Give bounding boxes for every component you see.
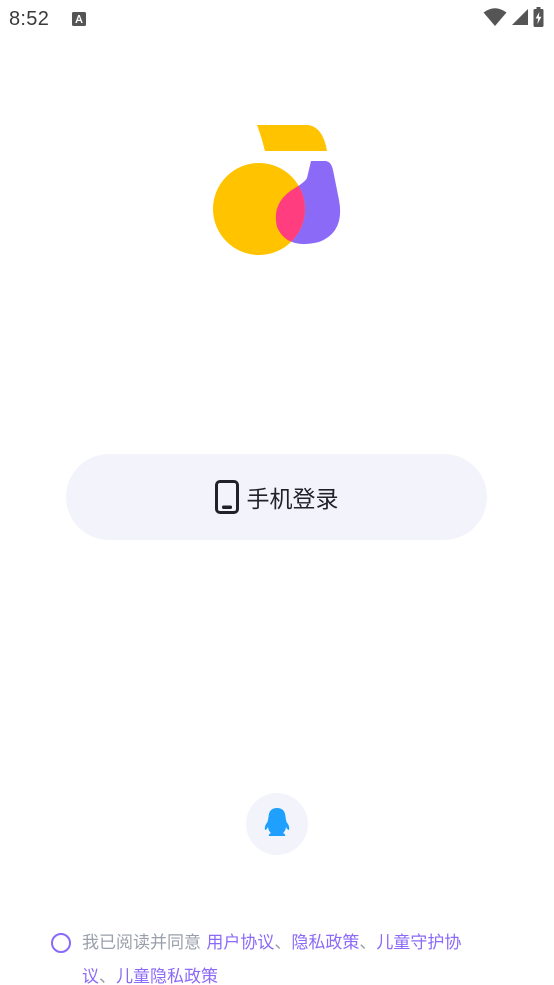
status-time: 8:52 (9, 8, 50, 30)
phone-login-button[interactable]: 手机登录 (66, 454, 487, 540)
agreement-prefix: 我已阅读并同意 (82, 933, 207, 953)
agree-checkbox[interactable] (51, 933, 71, 953)
status-icons (483, 7, 544, 31)
signal-icon (511, 8, 529, 30)
phone-icon (214, 480, 239, 514)
phone-login-label: 手机登录 (246, 487, 339, 513)
agreement-separator: 、 (99, 967, 116, 985)
agreement-row: 我已阅读并同意 用户协议、隐私政策、儿童守护协议、儿童隐私政策 (51, 932, 491, 985)
child-privacy-policy-link[interactable]: 儿童隐私政策 (116, 967, 218, 985)
user-agreement-link[interactable]: 用户协议 (206, 933, 274, 953)
privacy-policy-link[interactable]: 隐私政策 (291, 933, 359, 953)
battery-charging-icon (533, 7, 544, 31)
qq-login-button[interactable] (246, 793, 308, 855)
music-note-logo-icon (213, 124, 343, 260)
qq-penguin-icon (264, 807, 290, 841)
font-a-icon (72, 11, 86, 26)
status-bar: 8:52 (0, 0, 554, 40)
agreement-separator: 、 (359, 933, 377, 953)
wifi-icon (483, 7, 507, 31)
agreement-separator: 、 (274, 933, 292, 953)
agreement-text: 我已阅读并同意 用户协议、隐私政策、儿童守护协议、儿童隐私政策 (82, 932, 482, 985)
